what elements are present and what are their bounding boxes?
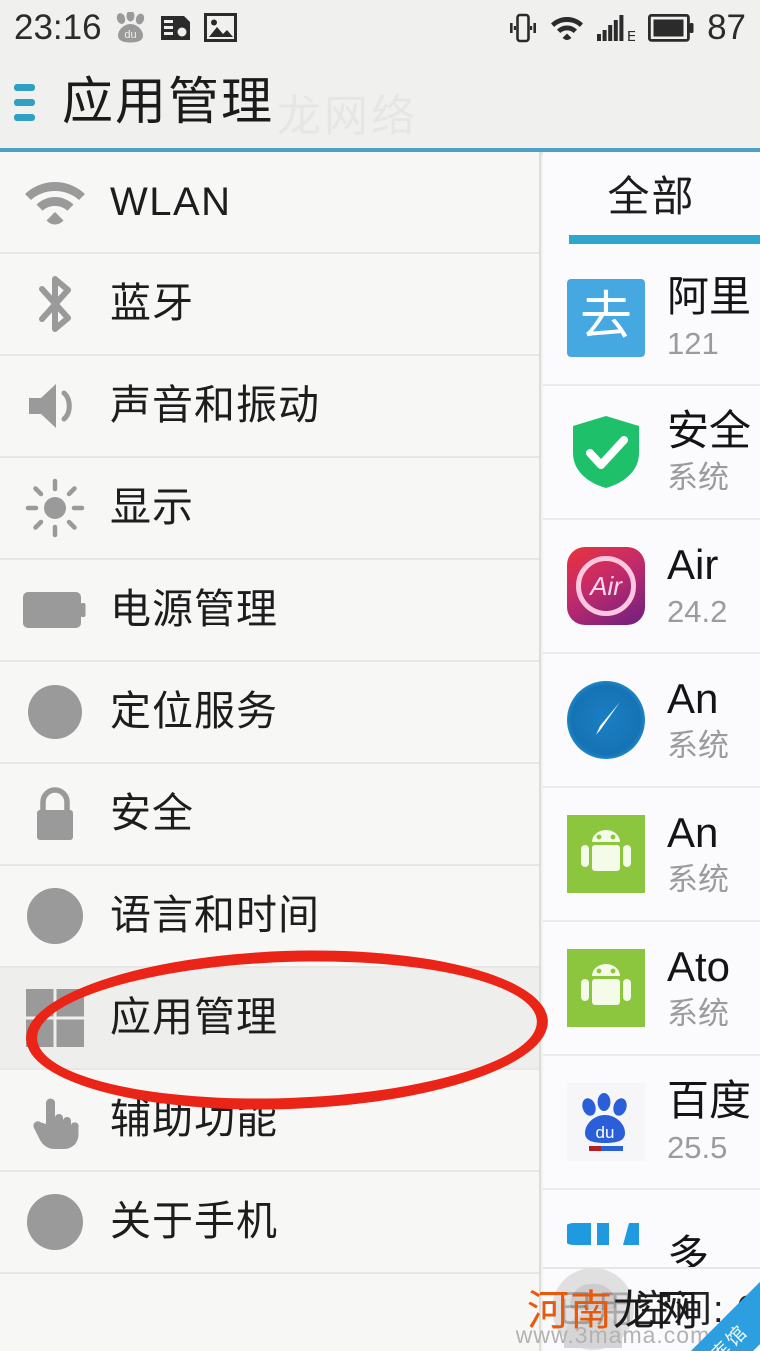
- sidebar-item-app-management[interactable]: 应用管理: [0, 968, 539, 1070]
- bluetooth-icon: [0, 273, 110, 335]
- battery-icon: [648, 13, 694, 42]
- green-shield-check-icon: [567, 413, 645, 491]
- sidebar-item-label: 安全: [110, 790, 194, 837]
- app-subtitle: 系统: [667, 996, 729, 1031]
- sidebar-item-label: 显示: [110, 484, 194, 531]
- svg-text:E: E: [627, 28, 635, 42]
- sidebar-item-bluetooth[interactable]: 蓝牙: [0, 254, 539, 356]
- list-item[interactable]: 去 阿里 121: [543, 252, 760, 386]
- tab-label: 全部: [607, 173, 696, 220]
- location-pin-icon: [0, 683, 110, 741]
- app-name: 百度: [667, 1077, 752, 1124]
- list-item-text: 百度 25.5: [667, 1076, 751, 1168]
- adobe-air-icon: Air: [567, 547, 645, 625]
- apps-grid-icon: [0, 989, 110, 1047]
- app-tab-bar: 全部: [543, 152, 760, 252]
- app-icon-glyph: Air: [576, 556, 636, 616]
- gallery-image-icon: [203, 13, 237, 42]
- battery-icon: [0, 592, 110, 628]
- watermark-url: www.3mama.com: [515, 1322, 711, 1348]
- svg-text:du: du: [124, 29, 136, 41]
- sidebar-item-label: WLAN: [110, 180, 232, 224]
- info-circle-icon: [0, 1193, 110, 1251]
- sidebar-item-sound[interactable]: 声音和振动: [0, 356, 539, 458]
- wifi-icon: [550, 14, 584, 41]
- status-bar-right: E 87: [509, 10, 746, 45]
- sidebar-item-label: 电源管理: [110, 586, 278, 633]
- list-item[interactable]: An 系统: [543, 788, 760, 922]
- app-title-bar: 龙网络 应用管理: [0, 55, 760, 148]
- sidebar-item-about-phone[interactable]: 关于手机: [0, 1172, 539, 1274]
- app-name: An: [667, 809, 719, 856]
- list-item-text: An 系统: [667, 674, 729, 766]
- app-list-panel[interactable]: 全部 去 阿里 121 安全 系统 Air Air 24.2 An 系统 An …: [543, 152, 760, 1351]
- list-item[interactable]: Air Air 24.2: [543, 520, 760, 654]
- sidebar-item-label: 辅助功能: [110, 1096, 278, 1143]
- brightness-sun-icon: [0, 478, 110, 538]
- list-item[interactable]: An 系统: [543, 654, 760, 788]
- list-item-text: 安全 系统: [667, 406, 751, 498]
- app-name: 阿里: [667, 273, 752, 320]
- list-item-text: Air 24.2: [667, 540, 727, 632]
- sidebar-item-accessibility[interactable]: 辅助功能: [0, 1070, 539, 1172]
- app-subtitle: 25.5: [667, 1130, 728, 1165]
- list-item-text: Ato 系统: [667, 942, 730, 1034]
- wifi-icon: [0, 178, 110, 226]
- app-name: 安全: [667, 407, 752, 454]
- sidebar-item-power[interactable]: 电源管理: [0, 560, 539, 662]
- app-subtitle: 系统: [667, 728, 729, 763]
- list-item[interactable]: du 百度 25.5: [543, 1056, 760, 1190]
- app-name: An: [667, 675, 719, 722]
- signal-bars-edge-icon: E: [597, 14, 637, 45]
- sidebar-item-label: 声音和振动: [110, 382, 320, 429]
- status-bar-left: 23:16 du: [14, 10, 237, 45]
- sidebar-item-security[interactable]: 安全: [0, 764, 539, 866]
- app-name: Air: [667, 541, 719, 588]
- app-subtitle: 24.2: [667, 594, 728, 629]
- sidebar-item-label: 定位服务: [110, 688, 278, 735]
- status-bar: 23:16 du E 87: [0, 0, 760, 55]
- page-title: 应用管理: [62, 73, 275, 130]
- list-item-text: 阿里 121: [667, 272, 751, 364]
- baidu-paw-icon: du: [114, 12, 147, 43]
- app-name: Ato: [667, 943, 731, 990]
- battery-percent-label: 87: [707, 8, 746, 47]
- volume-icon: [0, 379, 110, 433]
- svg-text:du: du: [596, 1123, 615, 1142]
- sidebar-item-label: 应用管理: [110, 994, 278, 1041]
- sidebar-item-location[interactable]: 定位服务: [0, 662, 539, 764]
- app-subtitle: 系统: [667, 862, 729, 897]
- lock-icon: [0, 784, 110, 844]
- sd-card-icon: [159, 14, 192, 42]
- title-background-watermark: 龙网络: [277, 92, 418, 141]
- tab-active-underline: [569, 235, 760, 244]
- alipay-blue-icon: 去: [567, 279, 645, 357]
- status-clock: 23:16: [14, 8, 102, 47]
- baidu-paw-icon: du: [567, 1083, 645, 1161]
- sidebar-item-display[interactable]: 显示: [0, 458, 539, 560]
- blue-compass-icon: [567, 681, 645, 759]
- sidebar-item-label: 蓝牙: [110, 280, 194, 327]
- sidebar-item-wlan[interactable]: WLAN: [0, 152, 539, 254]
- android-robot-icon: [567, 815, 645, 893]
- settings-sidebar[interactable]: WLAN 蓝牙 声音和振动 显示 电源管理 定位服务 安全 语言和时间 应用管理…: [0, 152, 541, 1351]
- app-subtitle: 系统: [667, 460, 729, 495]
- vibrate-icon: [509, 11, 537, 45]
- android-robot-icon: [567, 949, 645, 1027]
- app-icon-glyph: 去: [579, 289, 632, 346]
- hamburger-dots-icon[interactable]: [14, 84, 36, 121]
- sidebar-item-language[interactable]: 语言和时间: [0, 866, 539, 968]
- phone-screen: 23:16 du E 87 龙网络 应用管理 WLAN 蓝牙 声音和振动 显示 …: [0, 0, 760, 1351]
- list-item[interactable]: 安全 系统: [543, 386, 760, 520]
- globe-icon: [0, 887, 110, 945]
- sidebar-item-label: 关于手机: [110, 1198, 278, 1245]
- app-subtitle: 121: [667, 326, 719, 361]
- list-item[interactable]: Ato 系统: [543, 922, 760, 1056]
- hand-pointer-icon: [0, 1090, 110, 1150]
- sidebar-item-label: 语言和时间: [110, 892, 320, 939]
- list-item-text: An 系统: [667, 808, 729, 900]
